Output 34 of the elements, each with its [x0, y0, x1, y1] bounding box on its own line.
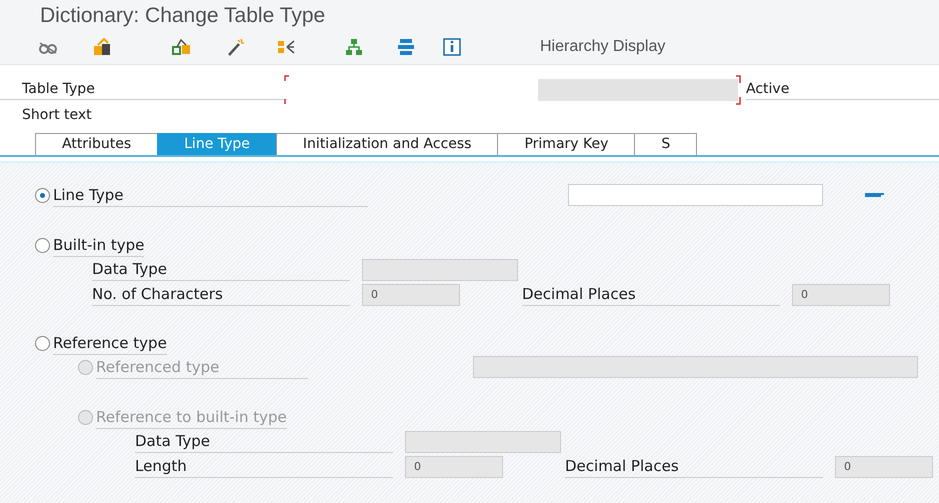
radio-label: Referenced type — [96, 356, 308, 378]
magic-wand-icon[interactable] — [226, 37, 246, 58]
input-field[interactable] — [568, 184, 823, 206]
window-title: Dictionary: Change Table Type — [0, 0, 939, 32]
radio-button[interactable] — [35, 238, 50, 252]
radio-label: Reference to built-in type — [96, 406, 287, 428]
field-label: Decimal Places — [565, 455, 823, 478]
hierarchy-icon[interactable] — [344, 37, 364, 58]
field-label: Table Type — [0, 79, 287, 100]
input-field[interactable]: 0 — [362, 284, 460, 306]
info-icon[interactable] — [442, 37, 462, 58]
input-field[interactable]: 0 — [792, 284, 890, 306]
input-field[interactable] — [405, 430, 561, 452]
radio-label: Reference type — [53, 332, 167, 354]
radio-button[interactable] — [35, 188, 50, 202]
transport-box-icon[interactable] — [92, 37, 112, 58]
objects-icon[interactable] — [172, 37, 192, 58]
tab[interactable]: Attributes — [35, 133, 158, 155]
field-label: No. of Characters — [92, 283, 350, 306]
tab[interactable]: Initialization and Access — [276, 133, 498, 155]
status-text: Active — [746, 79, 939, 100]
field-label: Data Type — [92, 258, 350, 281]
field-label: Data Type — [135, 430, 393, 453]
field-label: Decimal Places — [522, 283, 780, 306]
field-label: Length — [135, 455, 393, 478]
radio-label: Line Type — [53, 184, 368, 206]
search-help-icon[interactable] — [865, 192, 885, 198]
radio-label: Built-in type — [53, 234, 144, 256]
stack-icon[interactable] — [396, 37, 416, 58]
tab[interactable]: S — [634, 133, 698, 155]
field-label: Short text — [21, 106, 93, 125]
hierarchy-display-button[interactable]: Hierarchy Display — [540, 38, 666, 56]
radio-button[interactable] — [35, 336, 50, 350]
input-field[interactable] — [362, 258, 518, 280]
